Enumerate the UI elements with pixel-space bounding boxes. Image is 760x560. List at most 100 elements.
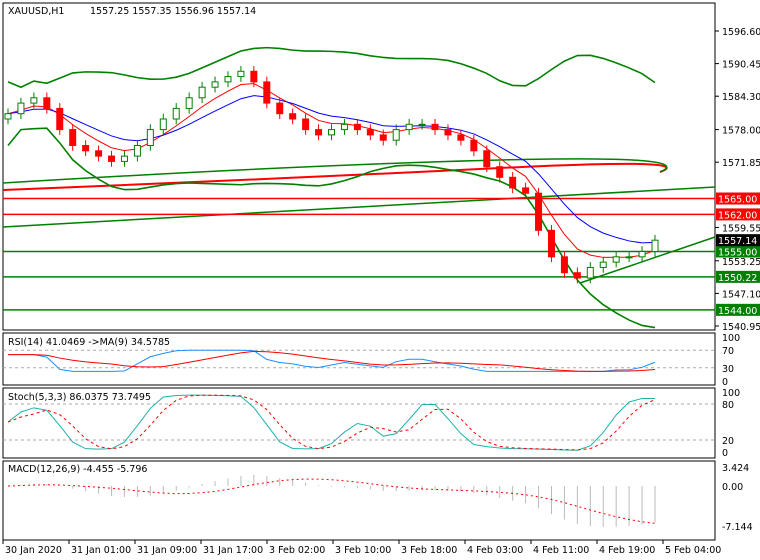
candle: [198, 86, 206, 99]
candle: [43, 97, 51, 109]
level-label: 1544.00: [718, 306, 757, 317]
rsi-ma-line: [8, 350, 656, 372]
candle: [599, 261, 607, 268]
candle: [224, 76, 232, 83]
candle: [315, 129, 323, 136]
macd-title: MACD(12,26,9) -4.455 -5.796: [8, 464, 147, 475]
candle: [522, 187, 530, 194]
candle: [496, 166, 504, 178]
stoch-k-line: [7, 394, 656, 451]
time-tick: 4 Feb 11:00: [533, 545, 589, 556]
candle: [237, 70, 245, 78]
candle: [17, 102, 25, 115]
candle: [470, 139, 478, 152]
price-tick: 1547.10: [722, 289, 760, 300]
time-tick: 4 Feb 03:00: [467, 545, 523, 556]
level-label: 1555.00: [718, 248, 757, 259]
time-tick: 31 Jan 09:00: [137, 545, 197, 556]
candle: [560, 256, 568, 274]
indicator-tick: 30: [722, 364, 734, 375]
candle: [133, 145, 141, 157]
chart-title: XAUUSD,H1: [8, 6, 64, 17]
ma-100: [2, 158, 668, 184]
level-label: 1562.00: [718, 210, 757, 221]
indicator-tick: 0: [722, 448, 728, 459]
candle: [547, 229, 555, 258]
price-tick: 1540.95: [722, 322, 760, 333]
candle: [483, 150, 491, 168]
candle: [457, 134, 465, 141]
candle: [586, 266, 594, 279]
time-tick: 5 Feb 04:00: [665, 545, 721, 556]
bollinger-upper-band: [7, 46, 656, 89]
candle: [108, 155, 116, 162]
candle: [353, 123, 361, 131]
candle: [573, 272, 581, 279]
indicator-tick: 20: [722, 436, 734, 447]
candle: [302, 118, 310, 131]
candle: [159, 118, 167, 131]
candle: [211, 81, 219, 88]
indicator-tick: 100: [722, 388, 740, 399]
candle: [366, 129, 374, 136]
current-price: 1557.14: [718, 236, 757, 247]
price-tick: 1578.00: [722, 126, 760, 137]
candle: [56, 107, 64, 131]
candle: [509, 176, 517, 189]
indicator-tick: -7.144: [722, 522, 753, 533]
candle: [431, 123, 439, 131]
price-tick: 1590.45: [722, 60, 760, 71]
indicator-tick: 3.424: [722, 463, 749, 474]
candle: [4, 113, 12, 120]
candle: [392, 129, 400, 141]
candle: [95, 150, 103, 157]
time-tick: 3 Feb 02:00: [269, 545, 325, 556]
bollinger-lower-band: [7, 127, 656, 329]
candle: [418, 123, 426, 126]
indicator-tick: 70: [722, 346, 734, 357]
candle: [625, 256, 633, 259]
candle: [638, 251, 646, 258]
price-tick: 1559.55: [722, 223, 760, 234]
candle: [444, 129, 452, 136]
indicator-tick: 0: [722, 377, 728, 388]
trend-line: [2, 186, 716, 228]
candle: [146, 129, 154, 147]
price-tick: 1584.30: [722, 92, 760, 103]
candle: [612, 256, 620, 263]
candle: [120, 155, 128, 162]
time-tick: 30 Jan 2020: [5, 545, 62, 556]
time-tick: 3 Feb 10:00: [335, 545, 391, 556]
candle: [328, 129, 335, 136]
time-tick: 3 Feb 18:00: [401, 545, 457, 556]
candle: [172, 107, 180, 120]
candle: [250, 70, 258, 83]
time-tick: 31 Jan 01:00: [71, 545, 131, 556]
level-label: 1550.22: [718, 273, 757, 284]
indicator-tick: 100: [722, 333, 740, 344]
macd-signal-line: [7, 478, 656, 524]
support-trendline: [579, 236, 716, 284]
candle: [82, 145, 90, 152]
time-tick: 4 Feb 19:00: [599, 545, 655, 556]
candle: [263, 81, 271, 104]
candle: [405, 123, 413, 131]
pane-0: [2, 2, 716, 331]
chart-ohlc: 1557.25 1557.35 1556.96 1557.14: [90, 6, 256, 17]
chart-window: 1596.60 1590.45 1584.30 1578.00 1571.85 1559.…: [0, 0, 760, 560]
candle: [276, 102, 284, 115]
price-tick: 1596.60: [722, 27, 760, 38]
price-tick: 1571.85: [722, 158, 760, 169]
indicator-tick: 80: [722, 400, 734, 411]
candle: [651, 239, 659, 253]
candle: [185, 97, 193, 109]
level-label: 1565.00: [718, 195, 757, 206]
rsi-title: RSI(14) 41.0469 ->MA(9) 34.5785: [8, 337, 170, 348]
candle: [289, 113, 297, 120]
candle: [30, 97, 38, 104]
chart-canvas[interactable]: 1596.60 1590.45 1584.30 1578.00 1571.85 1559.…: [0, 0, 760, 560]
indicator-tick: 0.00: [722, 482, 743, 493]
candle: [535, 192, 543, 231]
candle: [69, 129, 77, 147]
candle: [340, 123, 348, 131]
